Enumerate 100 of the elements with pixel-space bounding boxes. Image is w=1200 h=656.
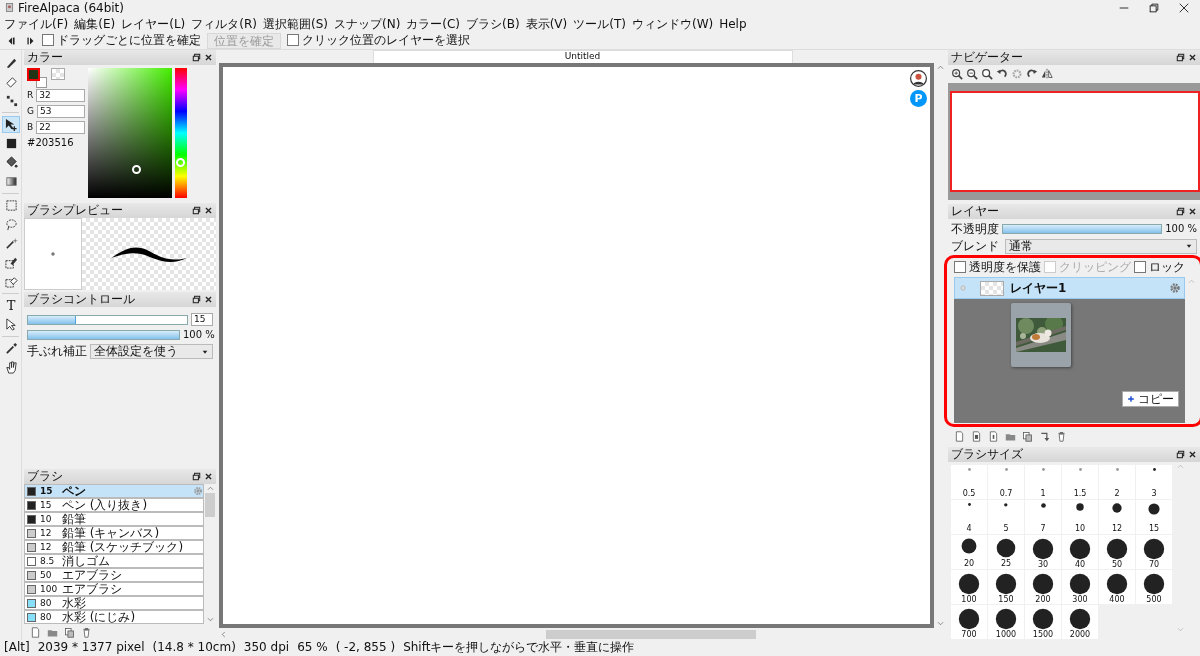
size-cell[interactable]: 70 xyxy=(1136,535,1172,569)
new-1bit-layer-icon[interactable] xyxy=(988,430,999,442)
brush-item[interactable]: 80 水彩 xyxy=(24,596,204,610)
menu-item[interactable]: 表示(V) xyxy=(525,16,574,32)
close-icon[interactable] xyxy=(1188,52,1197,62)
scroll-thumb[interactable] xyxy=(546,629,756,639)
size-cell[interactable]: 15 xyxy=(1136,500,1172,534)
transparent-swatch[interactable] xyxy=(51,68,65,80)
tool-button[interactable] xyxy=(2,116,20,133)
size-cell[interactable]: 700 xyxy=(951,605,987,639)
menu-item[interactable]: ウィンドウ(W) xyxy=(631,16,720,32)
close-icon[interactable] xyxy=(204,472,213,481)
size-cell[interactable]: 20 xyxy=(951,535,987,569)
trash-icon[interactable] xyxy=(81,626,92,638)
brush-item[interactable]: 15 ペン xyxy=(24,484,204,498)
new-brush-icon[interactable] xyxy=(30,626,41,638)
size-cell[interactable]: 1500 xyxy=(1025,605,1061,639)
size-cell[interactable]: 2 xyxy=(1099,465,1135,499)
gear-icon[interactable] xyxy=(1169,282,1181,295)
float-icon[interactable] xyxy=(1176,52,1185,62)
duplicate-icon[interactable] xyxy=(64,626,75,638)
size-cell[interactable]: 0.7 xyxy=(988,465,1024,499)
new-8bit-layer-icon[interactable] xyxy=(971,430,982,442)
hue-slider[interactable] xyxy=(175,68,187,198)
layer-list[interactable]: レイヤー1 コピー xyxy=(954,277,1185,424)
brush-item[interactable]: 80 水彩 (にじみ) xyxy=(24,610,204,624)
rotate-left-icon[interactable] xyxy=(996,67,1008,80)
size-cell[interactable]: 7 xyxy=(1025,500,1061,534)
size-cell[interactable]: 500 xyxy=(1136,570,1172,604)
close-icon[interactable] xyxy=(1178,2,1190,14)
brush-item[interactable]: 50 エアブラシ xyxy=(24,568,204,582)
float-icon[interactable] xyxy=(192,206,201,215)
checkbox[interactable] xyxy=(287,34,299,47)
size-cell[interactable]: 12 xyxy=(1099,500,1135,534)
size-cell[interactable]: 10 xyxy=(1062,500,1098,534)
avatar-icon[interactable] xyxy=(910,70,927,87)
trash-icon[interactable] xyxy=(1056,430,1067,442)
menu-item[interactable]: レイヤー(L) xyxy=(121,16,192,32)
float-icon[interactable] xyxy=(192,295,201,304)
size-cell[interactable]: 25 xyxy=(988,535,1024,569)
menu-item[interactable]: スナップ(N) xyxy=(333,16,407,32)
float-icon[interactable] xyxy=(192,472,201,481)
document-tab[interactable]: Untitled xyxy=(372,50,793,63)
channel-input[interactable]: 22 xyxy=(36,121,85,134)
scroll-thumb[interactable] xyxy=(205,493,215,517)
close-icon[interactable] xyxy=(204,295,213,304)
checkbox[interactable] xyxy=(954,261,966,274)
checkbox[interactable] xyxy=(42,34,54,47)
size-cell[interactable]: 5 xyxy=(988,500,1024,534)
zoom-reset-icon[interactable] xyxy=(981,67,993,80)
menu-item[interactable]: ブラシ(B) xyxy=(466,16,526,32)
float-icon[interactable] xyxy=(1176,206,1185,216)
menu-item[interactable]: ファイル(F) xyxy=(4,16,75,32)
size-cell[interactable]: 0.5 xyxy=(951,465,987,499)
menu-item[interactable]: フィルタ(R) xyxy=(191,16,263,32)
size-cell[interactable]: 2000 xyxy=(1062,605,1098,639)
close-icon[interactable] xyxy=(204,53,213,62)
close-icon[interactable] xyxy=(1188,206,1197,216)
scrollbar[interactable] xyxy=(204,484,216,624)
menu-item[interactable]: 編集(E) xyxy=(74,16,122,32)
channel-input[interactable]: 32 xyxy=(36,89,85,102)
size-cell[interactable]: 1 xyxy=(1025,465,1061,499)
float-icon[interactable] xyxy=(192,53,201,62)
merge-down-icon[interactable] xyxy=(1039,430,1050,442)
size-cell[interactable]: 40 xyxy=(1062,535,1098,569)
close-icon[interactable] xyxy=(1188,450,1197,460)
brush-item[interactable]: 12 鉛筆 (スケッチブック) xyxy=(24,540,204,554)
flip-icon[interactable] xyxy=(1041,67,1053,80)
close-icon[interactable] xyxy=(204,206,213,215)
brush-item[interactable]: 100 エアブラシ xyxy=(24,582,204,596)
size-cell[interactable]: 400 xyxy=(1099,570,1135,604)
size-cell[interactable]: 1000 xyxy=(988,605,1024,639)
opacity-slider[interactable] xyxy=(28,331,179,339)
brush-item[interactable]: 12 鉛筆 (キャンバス) xyxy=(24,526,204,540)
brush-item[interactable]: 10 鉛筆 xyxy=(24,512,204,526)
hue-marker[interactable] xyxy=(176,157,185,167)
menu-item[interactable]: カラー(C) xyxy=(406,16,467,32)
menu-item[interactable]: ツール(T) xyxy=(573,16,632,32)
menu-item[interactable]: 選択範囲(S) xyxy=(263,16,334,32)
size-cell[interactable]: 100 xyxy=(951,570,987,604)
blend-dropdown[interactable]: 通常 xyxy=(1005,238,1197,254)
layer-item[interactable]: レイヤー1 xyxy=(954,277,1185,300)
size-cell[interactable]: 200 xyxy=(1025,570,1061,604)
checkbox[interactable] xyxy=(1134,261,1146,274)
restore-icon[interactable] xyxy=(1148,2,1160,14)
size-cell[interactable]: 30 xyxy=(1025,535,1061,569)
size-cell[interactable]: 3 xyxy=(1136,465,1172,499)
size-cell[interactable]: 300 xyxy=(1062,570,1098,604)
zoom-out-icon[interactable] xyxy=(966,67,978,80)
tool-button[interactable]: T xyxy=(2,297,20,314)
opacity-slider[interactable] xyxy=(1003,224,1162,233)
size-slider[interactable] xyxy=(27,314,188,325)
size-cell[interactable]: 1.5 xyxy=(1062,465,1098,499)
brush-item[interactable]: 15 ペン (入り抜き) xyxy=(24,498,204,512)
foreground-color-swatch[interactable] xyxy=(27,68,40,81)
menu-item[interactable]: Help xyxy=(719,16,753,32)
size-input[interactable]: 15 xyxy=(191,313,213,326)
channel-input[interactable]: 53 xyxy=(37,105,85,118)
size-cell[interactable]: 4 xyxy=(951,500,987,534)
zoom-in-icon[interactable] xyxy=(951,67,963,80)
